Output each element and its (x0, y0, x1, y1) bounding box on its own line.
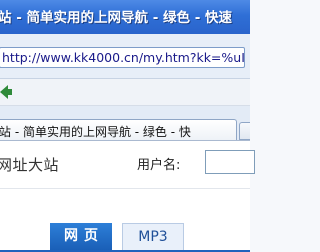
search-tab-web[interactable]: 网页 (50, 223, 112, 250)
tab-strip: 站 - 简单实用的上网导航 - 绿色 - 快 (0, 106, 250, 141)
browser-tab[interactable]: 站 - 简单实用的上网导航 - 绿色 - 快 (0, 119, 237, 140)
next-tab-edge[interactable] (239, 122, 250, 140)
toolbar (0, 79, 250, 106)
address-bar[interactable] (0, 47, 245, 68)
window-title: 站 - 简单实用的上网导航 - 绿色 - 快速 (0, 10, 233, 26)
search-tabs: 网页 MP3 (0, 223, 250, 252)
tab-label: 站 - 简单实用的上网导航 - 绿色 - 快 (0, 125, 191, 139)
site-name: 网址大站 (0, 156, 60, 174)
search-tab-mp3[interactable]: MP3 (122, 223, 184, 250)
address-input[interactable] (0, 48, 244, 67)
divider (0, 188, 250, 189)
username-label: 用户名: (137, 158, 181, 173)
address-bar-row (0, 34, 250, 79)
arrow-icon[interactable] (0, 85, 12, 99)
page-content: 网址大站 用户名: 网页 MP3 (0, 141, 255, 252)
window-title-bar[interactable]: 站 - 简单实用的上网导航 - 绿色 - 快速 (0, 0, 250, 34)
username-input[interactable] (205, 150, 255, 174)
